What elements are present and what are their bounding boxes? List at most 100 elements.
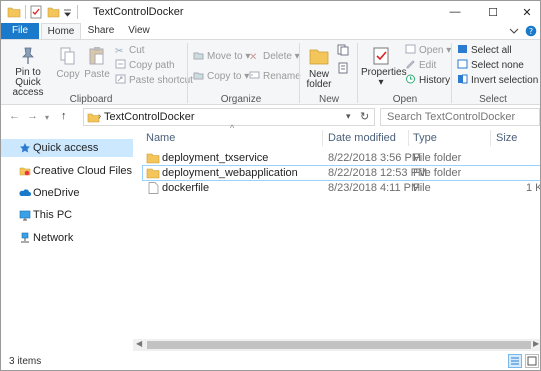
file-icon: [148, 182, 159, 194]
table-row[interactable]: deployment_webapplication 8/22/2018 12:5…: [142, 165, 540, 181]
select-none-button[interactable]: Select none: [457, 59, 524, 73]
breadcrumb-chevron-icon: ›: [98, 111, 102, 122]
sidebar-item-creative-cloud[interactable]: Creative Cloud Files: [1, 162, 133, 180]
file-name: dockerfile: [162, 182, 210, 194]
expand-ribbon-icon[interactable]: [509, 27, 519, 35]
search-box[interactable]: Search TextControlDocker: [380, 108, 540, 126]
navigation-bar: ← → ▾ ↑ › TextControlDocker ▾ ↻ Search T…: [1, 105, 540, 127]
properties-button[interactable]: Properties ▾: [361, 46, 407, 88]
creative-cloud-icon: [19, 167, 31, 176]
network-icon: [21, 232, 29, 243]
folder-icon: [7, 7, 21, 18]
recent-locations-icon[interactable]: ▾: [45, 113, 49, 122]
cut-button[interactable]: ✂ Cut: [115, 44, 145, 58]
copy-button[interactable]: Copy: [55, 46, 81, 80]
refresh-icon[interactable]: ↻: [360, 110, 369, 123]
sidebar-item-this-pc[interactable]: This PC: [1, 206, 133, 224]
easy-access-icon[interactable]: [337, 62, 351, 74]
sidebar-item-network[interactable]: Network: [1, 229, 133, 247]
table-row[interactable]: deployment_txservice 8/22/2018 3:56 PM F…: [142, 150, 540, 166]
new-item-icon[interactable]: [337, 44, 351, 56]
item-count: 3 items: [9, 356, 42, 367]
paste-button[interactable]: Paste: [83, 46, 111, 80]
select-none-icon: [457, 59, 468, 69]
scissors-icon: ✂: [115, 46, 124, 57]
paste-icon: [89, 47, 104, 65]
folder-icon: [146, 168, 160, 179]
select-all-icon: [458, 45, 467, 53]
paste-shortcut-button[interactable]: Paste shortcut: [115, 74, 193, 88]
rename-button[interactable]: Rename: [249, 70, 301, 84]
back-icon[interactable]: ←: [9, 110, 20, 122]
history-button[interactable]: History: [405, 74, 450, 88]
open-button[interactable]: Open ▾: [405, 44, 451, 58]
invert-selection-button[interactable]: Invert selection: [457, 74, 538, 88]
paste-shortcut-icon: [115, 74, 126, 84]
folder-icon: [146, 153, 160, 164]
search-input[interactable]: Search TextControlDocker: [387, 111, 515, 123]
explorer-window: TextControlDocker — ☐ ✕ File Home Share …: [0, 0, 541, 371]
tab-home[interactable]: Home: [41, 23, 81, 39]
new-group-label: New: [318, 94, 339, 105]
table-row[interactable]: dockerfile 8/23/2018 4:11 PM File 1 KB: [142, 180, 540, 196]
sidebar-item-quick-access[interactable]: Quick access: [1, 139, 133, 157]
large-icons-view-button[interactable]: [525, 354, 539, 368]
move-to-button[interactable]: Move to ▾: [193, 50, 250, 64]
status-bar: 3 items: [1, 351, 540, 370]
column-header-date[interactable]: Date modified: [328, 132, 396, 144]
history-icon: [406, 74, 415, 84]
address-bar[interactable]: › TextControlDocker ▾ ↻: [83, 108, 375, 126]
up-icon[interactable]: ↑: [61, 110, 67, 122]
new-folder-quick-icon[interactable]: [47, 5, 60, 19]
computer-icon: [19, 210, 31, 221]
file-type: File folder: [413, 167, 462, 179]
organize-group-label: Organize: [220, 94, 262, 105]
window-title: TextControlDocker: [93, 6, 184, 18]
column-header-size[interactable]: Size: [496, 132, 517, 144]
breadcrumb-path[interactable]: TextControlDocker: [104, 111, 194, 123]
forward-icon[interactable]: →: [27, 110, 38, 122]
pin-quick-access-button[interactable]: Pin to Quick access: [5, 46, 51, 98]
properties-quick-icon[interactable]: [30, 5, 43, 19]
help-icon[interactable]: ?: [525, 25, 537, 37]
cloud-icon: [19, 189, 31, 196]
new-folder-button[interactable]: New folder: [303, 46, 335, 90]
column-header-type[interactable]: Type: [413, 132, 437, 144]
select-all-button[interactable]: Select all: [457, 44, 512, 58]
maximize-icon: ☐: [488, 6, 498, 19]
column-header-name[interactable]: Name: [146, 132, 175, 144]
sidebar-item-onedrive[interactable]: OneDrive: [1, 184, 133, 202]
copy-to-button[interactable]: Copy to ▾: [193, 70, 249, 84]
close-button[interactable]: ✕: [513, 1, 540, 23]
clipboard-group-label: Clipboard: [69, 94, 113, 105]
delete-button[interactable]: ✕ Delete ▾: [249, 50, 300, 64]
open-group-label: Open: [392, 94, 418, 105]
file-date: 8/23/2018 4:11 PM: [328, 182, 421, 194]
file-type: File folder: [413, 152, 462, 164]
file-type: File: [413, 182, 431, 194]
scrollbar-thumb[interactable]: [147, 341, 531, 349]
copy-path-button[interactable]: Copy path: [115, 59, 175, 73]
minimize-icon: —: [449, 6, 461, 18]
edit-button[interactable]: Edit: [405, 59, 436, 73]
move-to-icon: [193, 52, 204, 60]
maximize-button[interactable]: ☐: [479, 1, 507, 23]
minimize-button[interactable]: —: [441, 1, 469, 23]
scroll-right-icon[interactable]: ▶: [533, 339, 539, 348]
scroll-left-icon[interactable]: ◀: [136, 339, 142, 348]
details-view-button[interactable]: [508, 354, 522, 368]
close-icon: ✕: [522, 6, 532, 19]
large-icons-view-icon: [527, 356, 537, 366]
tab-view[interactable]: View: [121, 23, 157, 39]
file-name: deployment_webapplication: [162, 167, 298, 179]
tab-share[interactable]: Share: [83, 23, 119, 39]
copy-path-icon: [115, 59, 126, 69]
address-dropdown-icon[interactable]: ▾: [346, 111, 351, 122]
open-icon: [405, 44, 416, 54]
ribbon: Pin to Quick access Copy Paste ✂ Cut Copy…: [1, 39, 540, 105]
tab-file[interactable]: File: [1, 23, 39, 39]
horizontal-scrollbar[interactable]: ◀ ▶: [133, 339, 540, 351]
copy-icon: [60, 47, 75, 65]
star-icon: [20, 143, 30, 153]
customize-quick-access-icon[interactable]: [63, 5, 72, 19]
